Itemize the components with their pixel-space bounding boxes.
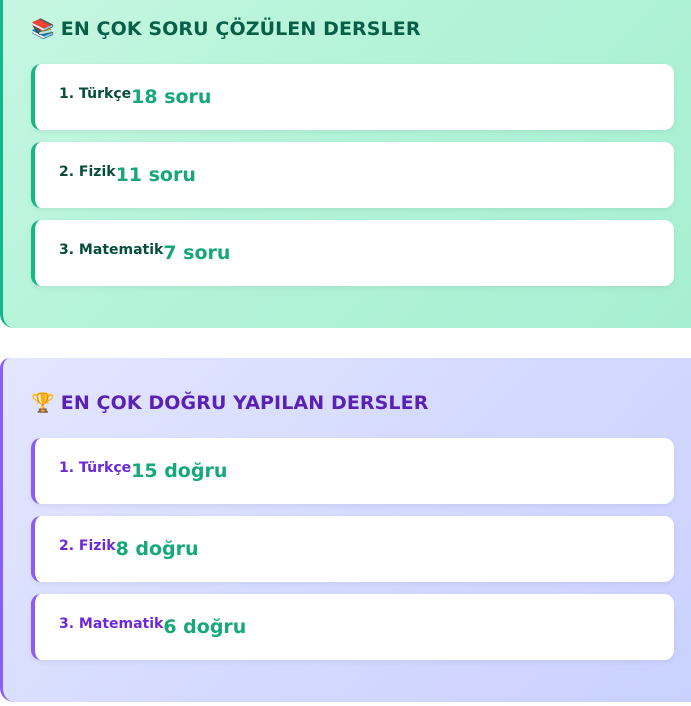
subject-rank-label: 3. Matematik — [59, 616, 164, 632]
subject-count-label: 7 soru — [163, 242, 231, 264]
subject-rank-label: 1. Türkçe — [59, 86, 132, 102]
subject-rank-label: 2. Fizik — [59, 164, 116, 180]
subject-count-label: 6 doğru — [163, 616, 247, 638]
subject-count-label: 15 doğru — [131, 460, 228, 482]
correct-subject-card: 1. Türkçe 15 doğru — [31, 438, 674, 504]
solved-subject-card: 2. Fizik 11 soru — [31, 142, 674, 208]
books-icon: 📚 — [31, 17, 55, 40]
trophy-icon: 🏆 — [31, 391, 55, 414]
most-solved-title: EN ÇOK SORU ÇÖZÜLEN DERSLER — [60, 18, 421, 40]
solved-subject-card: 3. Matematik 7 soru — [31, 220, 674, 286]
subject-count-label: 11 soru — [115, 164, 196, 186]
most-solved-heading: 📚 EN ÇOK SORU ÇÖZÜLEN DERSLER — [31, 18, 421, 40]
correct-subject-card: 3. Matematik 6 doğru — [31, 594, 674, 660]
most-solved-subjects-panel: 📚 EN ÇOK SORU ÇÖZÜLEN DERSLER 1. Türkçe … — [0, 0, 691, 328]
subject-count-label: 18 soru — [131, 86, 212, 108]
most-correct-heading: 🏆 EN ÇOK DOĞRU YAPILAN DERSLER — [31, 392, 428, 414]
subject-rank-label: 2. Fizik — [59, 538, 116, 554]
most-correct-subjects-panel: 🏆 EN ÇOK DOĞRU YAPILAN DERSLER 1. Türkçe… — [0, 358, 691, 702]
subject-count-label: 8 doğru — [115, 538, 199, 560]
correct-subject-card: 2. Fizik 8 doğru — [31, 516, 674, 582]
subject-rank-label: 3. Matematik — [59, 242, 164, 258]
most-correct-title: EN ÇOK DOĞRU YAPILAN DERSLER — [60, 392, 429, 414]
solved-subject-card: 1. Türkçe 18 soru — [31, 64, 674, 130]
subject-rank-label: 1. Türkçe — [59, 460, 132, 476]
